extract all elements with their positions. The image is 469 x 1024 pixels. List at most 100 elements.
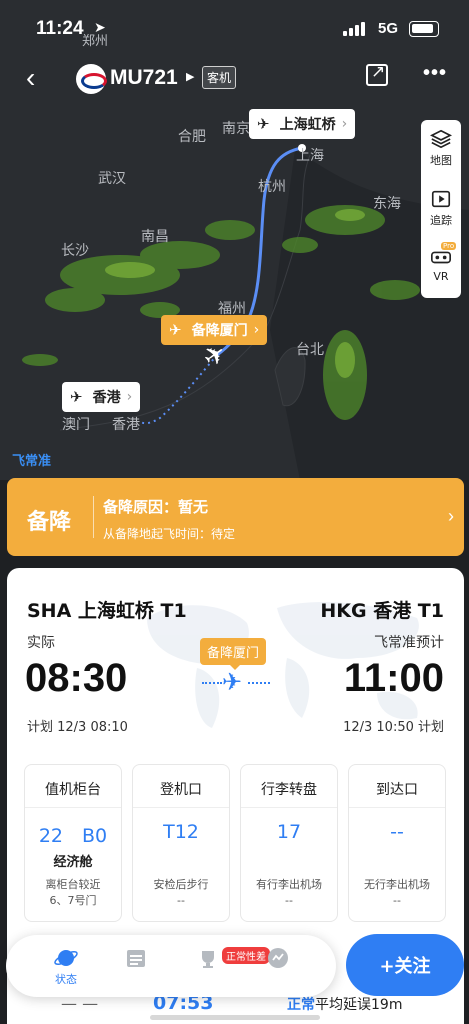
info-note: 安检后步行 -- (153, 878, 209, 907)
network-type: 5G (378, 20, 399, 37)
trophy-icon (202, 951, 214, 968)
arrival-time: 11:00 (343, 656, 444, 700)
tab-schedule[interactable] (114, 945, 158, 989)
arrival-airport[interactable]: HKG 香港 T1 (320, 596, 444, 623)
gate-value: T12 (163, 821, 199, 843)
calendar-icon (127, 950, 145, 967)
arrival-exit-box[interactable]: 到达口 -- 无行李出机场 -- (348, 764, 446, 922)
departure-planned: 计划 12/3 08:10 (27, 720, 128, 735)
follow-button[interactable]: +关注 (346, 934, 464, 996)
back-arrow-icon[interactable]: ‹ (26, 62, 35, 94)
map-layers-button[interactable]: 地图 (421, 128, 461, 168)
map-city-label: 上海 (296, 148, 324, 164)
vr-label: VR (433, 270, 449, 283)
landing-icon: ✈ (169, 321, 182, 339)
ontime-label: 正常 (287, 997, 315, 1013)
layers-icon (430, 129, 452, 149)
checkin-counter-value: 22 B0 (38, 825, 108, 847)
airplane-icon: ✈ (222, 669, 243, 696)
divert-airport-name: 备降厦门 (191, 323, 248, 339)
origin-airport-name: 上海虹桥 (279, 117, 336, 133)
divider (25, 807, 121, 808)
checkin-counter-box[interactable]: 值机柜台 22 B0 经济舱 离柜台较近 6、7号门 (24, 764, 122, 922)
info-note: 有行李出机场 -- (256, 878, 322, 907)
chevron-right-icon: › (126, 389, 133, 405)
map-layers-label: 地图 (430, 154, 452, 167)
cabin-class: 经济舱 (53, 855, 93, 870)
route-dots (202, 682, 222, 684)
divider (93, 496, 94, 538)
home-indicator (150, 1015, 320, 1020)
divert-reason: 备降原因：暂无 (103, 498, 209, 516)
carousel-value: 17 (276, 821, 302, 843)
map-city-label: 合肥 (178, 129, 206, 145)
map-city-label: 台北 (296, 342, 324, 358)
route-dots (248, 682, 270, 684)
baggage-carousel-box[interactable]: 行李转盘 17 有行李出机场 -- (240, 764, 338, 922)
location-arrow-icon: ➤ (94, 19, 106, 35)
map-city-label: 南昌 (141, 229, 169, 245)
status-bar: 11:24 ➤ 5G (0, 0, 469, 56)
destination-airport-tag[interactable]: ✈ 香港 › (62, 382, 141, 412)
map-city-label: 长沙 (61, 243, 89, 259)
chat-icon (268, 948, 288, 968)
info-title: 行李转盘 (261, 782, 317, 798)
aircraft-type-badge: 客机 (202, 66, 237, 89)
map-city-label: 南京 (222, 121, 250, 137)
chevron-right-icon: › (253, 322, 260, 338)
tab-status[interactable]: 状态 (44, 945, 88, 989)
status-time: 11:24 (36, 18, 84, 39)
battery-icon (409, 21, 439, 37)
departure-status: 实际 (27, 635, 55, 651)
tab-chat[interactable] (256, 945, 300, 989)
divert-title: 备降 (27, 510, 72, 535)
boarding-gate-box[interactable]: 登机口 T12 安检后步行 -- (132, 764, 230, 922)
nav-bar: ‹ MU721 ▶ 客机 ••• (0, 58, 469, 98)
airline-logo (76, 64, 107, 94)
share-icon[interactable] (366, 62, 388, 86)
planet-icon (54, 950, 78, 966)
divider (349, 807, 445, 808)
track-button[interactable]: 追踪 (421, 188, 461, 228)
divert-depart-time: 从备降地起飞时间：待定 (103, 527, 236, 541)
airport-info-row: 值机柜台 22 B0 经济舱 离柜台较近 6、7号门 登机口 T12 安检后步行… (24, 764, 446, 922)
info-title: 到达口 (376, 782, 418, 798)
more-options-icon[interactable]: ••• (423, 62, 447, 85)
departure-airport[interactable]: SHA 上海虹桥 T1 (27, 596, 187, 623)
signal-icon (343, 22, 365, 36)
chevron-right-icon: › (341, 116, 348, 132)
origin-airport-tag[interactable]: ✈ 上海虹桥 › (249, 109, 356, 139)
destination-airport-name: 香港 (92, 390, 121, 406)
divert-banner[interactable]: 备降 备降原因：暂无 从备降地起飞时间：待定 › (7, 478, 464, 556)
takeoff-icon: ✈ (257, 115, 270, 133)
bottom-nav: 状态 正常性差 (6, 935, 336, 997)
brand-watermark: 飞常准 (12, 454, 52, 469)
info-title: 值机柜台 (45, 782, 101, 798)
caret-right-icon[interactable]: ▶ (186, 70, 194, 83)
divert-badge: 备降厦门 (200, 638, 267, 670)
divider (241, 807, 337, 808)
track-label: 追踪 (430, 214, 452, 227)
departure-time: 08:30 (25, 656, 128, 700)
info-note: 离柜台较近 6、7号门 (45, 878, 101, 907)
flight-number[interactable]: MU721 (110, 66, 178, 90)
vr-button[interactable]: Pro VR (421, 242, 461, 283)
arrival-status: 飞常准预计 (374, 635, 444, 651)
map-city-label: 武汉 (98, 171, 126, 187)
exit-value: -- (390, 821, 404, 843)
ontime-info: 正常平均延误19m (287, 994, 402, 1014)
divider (133, 807, 229, 808)
info-note: 无行李出机场 -- (364, 878, 430, 907)
ontime-text: 平均延误19m (315, 997, 403, 1013)
map-city-label: 东海 (373, 196, 401, 212)
video-track-icon (431, 190, 451, 208)
vr-pro-badge: Pro (441, 242, 457, 250)
map-city-label: 澳门 (62, 417, 90, 433)
map-city-label: 杭州 (258, 179, 286, 195)
arrival-planned: 12/3 10:50 计划 (343, 720, 444, 735)
chevron-right-icon: › (448, 506, 454, 526)
landing-icon: ✈ (70, 388, 83, 406)
info-title: 登机口 (160, 782, 202, 798)
tab-status-label: 状态 (55, 973, 77, 986)
map-city-label: 香港 (112, 417, 140, 433)
